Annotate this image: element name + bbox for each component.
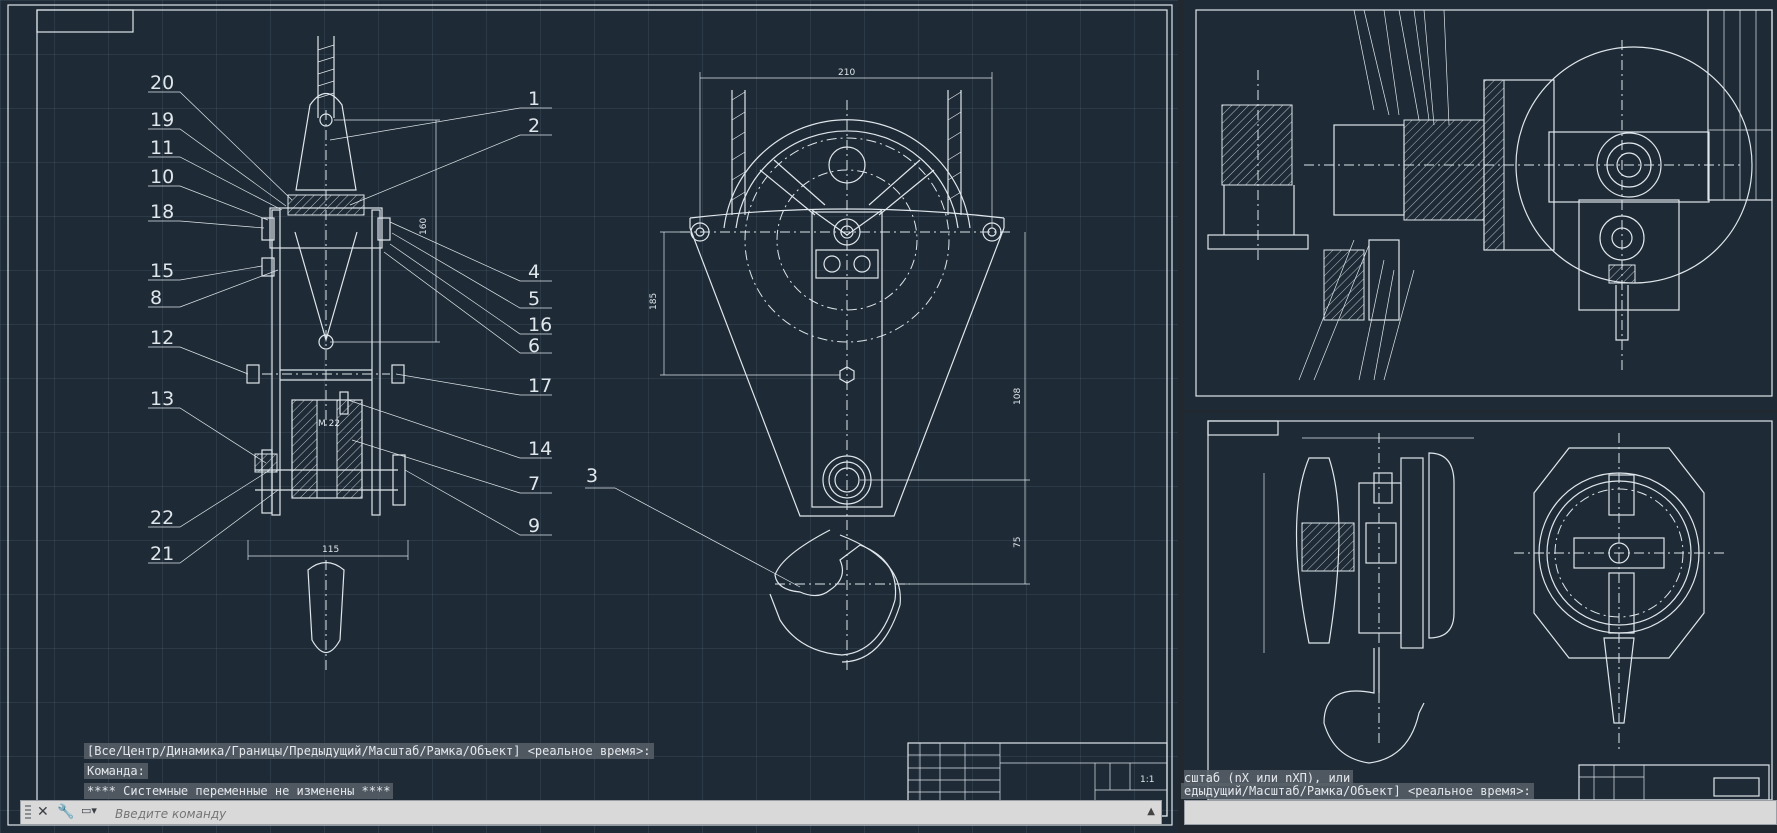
dim-210: 210 [838,68,855,78]
corner-stamp [36,9,134,33]
thread-dim: M 22 [318,419,340,429]
main-viewport[interactable]: 1:1 M 22 115 160 20 19 11 10 18 15 8 12 … [0,0,1178,833]
viewport-bottom-right[interactable]: сштаб (nX или nXП), или [1184,413,1777,800]
command-input[interactable] [113,804,1147,823]
callout-15: 15 [150,260,174,282]
leader-lines [148,91,801,588]
callout-4: 4 [528,261,540,283]
callout-12: 12 [150,327,174,349]
dim-108: 108 [1013,388,1023,405]
callout-9: 9 [528,515,540,537]
callout-14: 14 [528,438,552,460]
callout-6: 6 [528,335,540,357]
callout-8: 8 [150,287,162,309]
command-history-line-2: Команда: [84,763,148,779]
hook-views-drawing [1207,420,1773,800]
callout-19: 19 [150,109,174,131]
right-history-line-2: едыдущий/Масштаб/Рамка/Объект] <реальное… [1181,783,1534,799]
command-prompt-icon[interactable]: ▭▾ [81,804,97,817]
callout-22: 22 [150,507,174,529]
command-history-line-3: **** Системные переменные не изменены **… [84,783,394,799]
callout-21: 21 [150,543,174,565]
callout-20: 20 [150,72,174,94]
command-line-bar: ✕ 🔧 ▭▾ ▲ [20,800,1162,825]
callout-10: 10 [150,166,174,188]
command-history-line-1: [Все/Центр/Динамика/Границы/Предыдущий/М… [84,743,654,759]
scale-text: 1:1 [1140,775,1154,785]
right-command-bar [1184,800,1777,825]
callout-11: 11 [150,137,174,159]
front-view: 210 185 108 75 [649,68,1030,672]
main-drawing: 1:1 M 22 115 160 20 19 11 10 18 15 8 12 … [7,4,1173,826]
wrench-icon[interactable]: 🔧 [57,804,74,820]
close-icon[interactable]: ✕ [37,804,49,820]
dim-115: 115 [322,545,339,555]
sheet-border [7,4,1173,826]
callout-17: 17 [528,375,552,397]
dim-160: 160 [419,218,429,235]
viewport-top-right[interactable] [1184,0,1777,410]
chevron-up-icon[interactable]: ▲ [1147,806,1155,817]
callout-16: 16 [528,314,552,336]
callout-1: 1 [528,88,540,110]
callout-7: 7 [528,473,540,495]
assembly-drawing [1195,9,1773,397]
callout-5: 5 [528,288,540,310]
callout-3: 3 [586,465,598,487]
drawing-frame [36,9,1168,817]
side-view: M 22 115 160 [246,36,440,670]
callout-2: 2 [528,115,540,137]
dim-75: 75 [1013,537,1023,548]
callout-13: 13 [150,388,174,410]
drag-grip-icon[interactable] [25,805,31,821]
callout-18: 18 [150,201,174,223]
dim-185: 185 [649,293,659,310]
